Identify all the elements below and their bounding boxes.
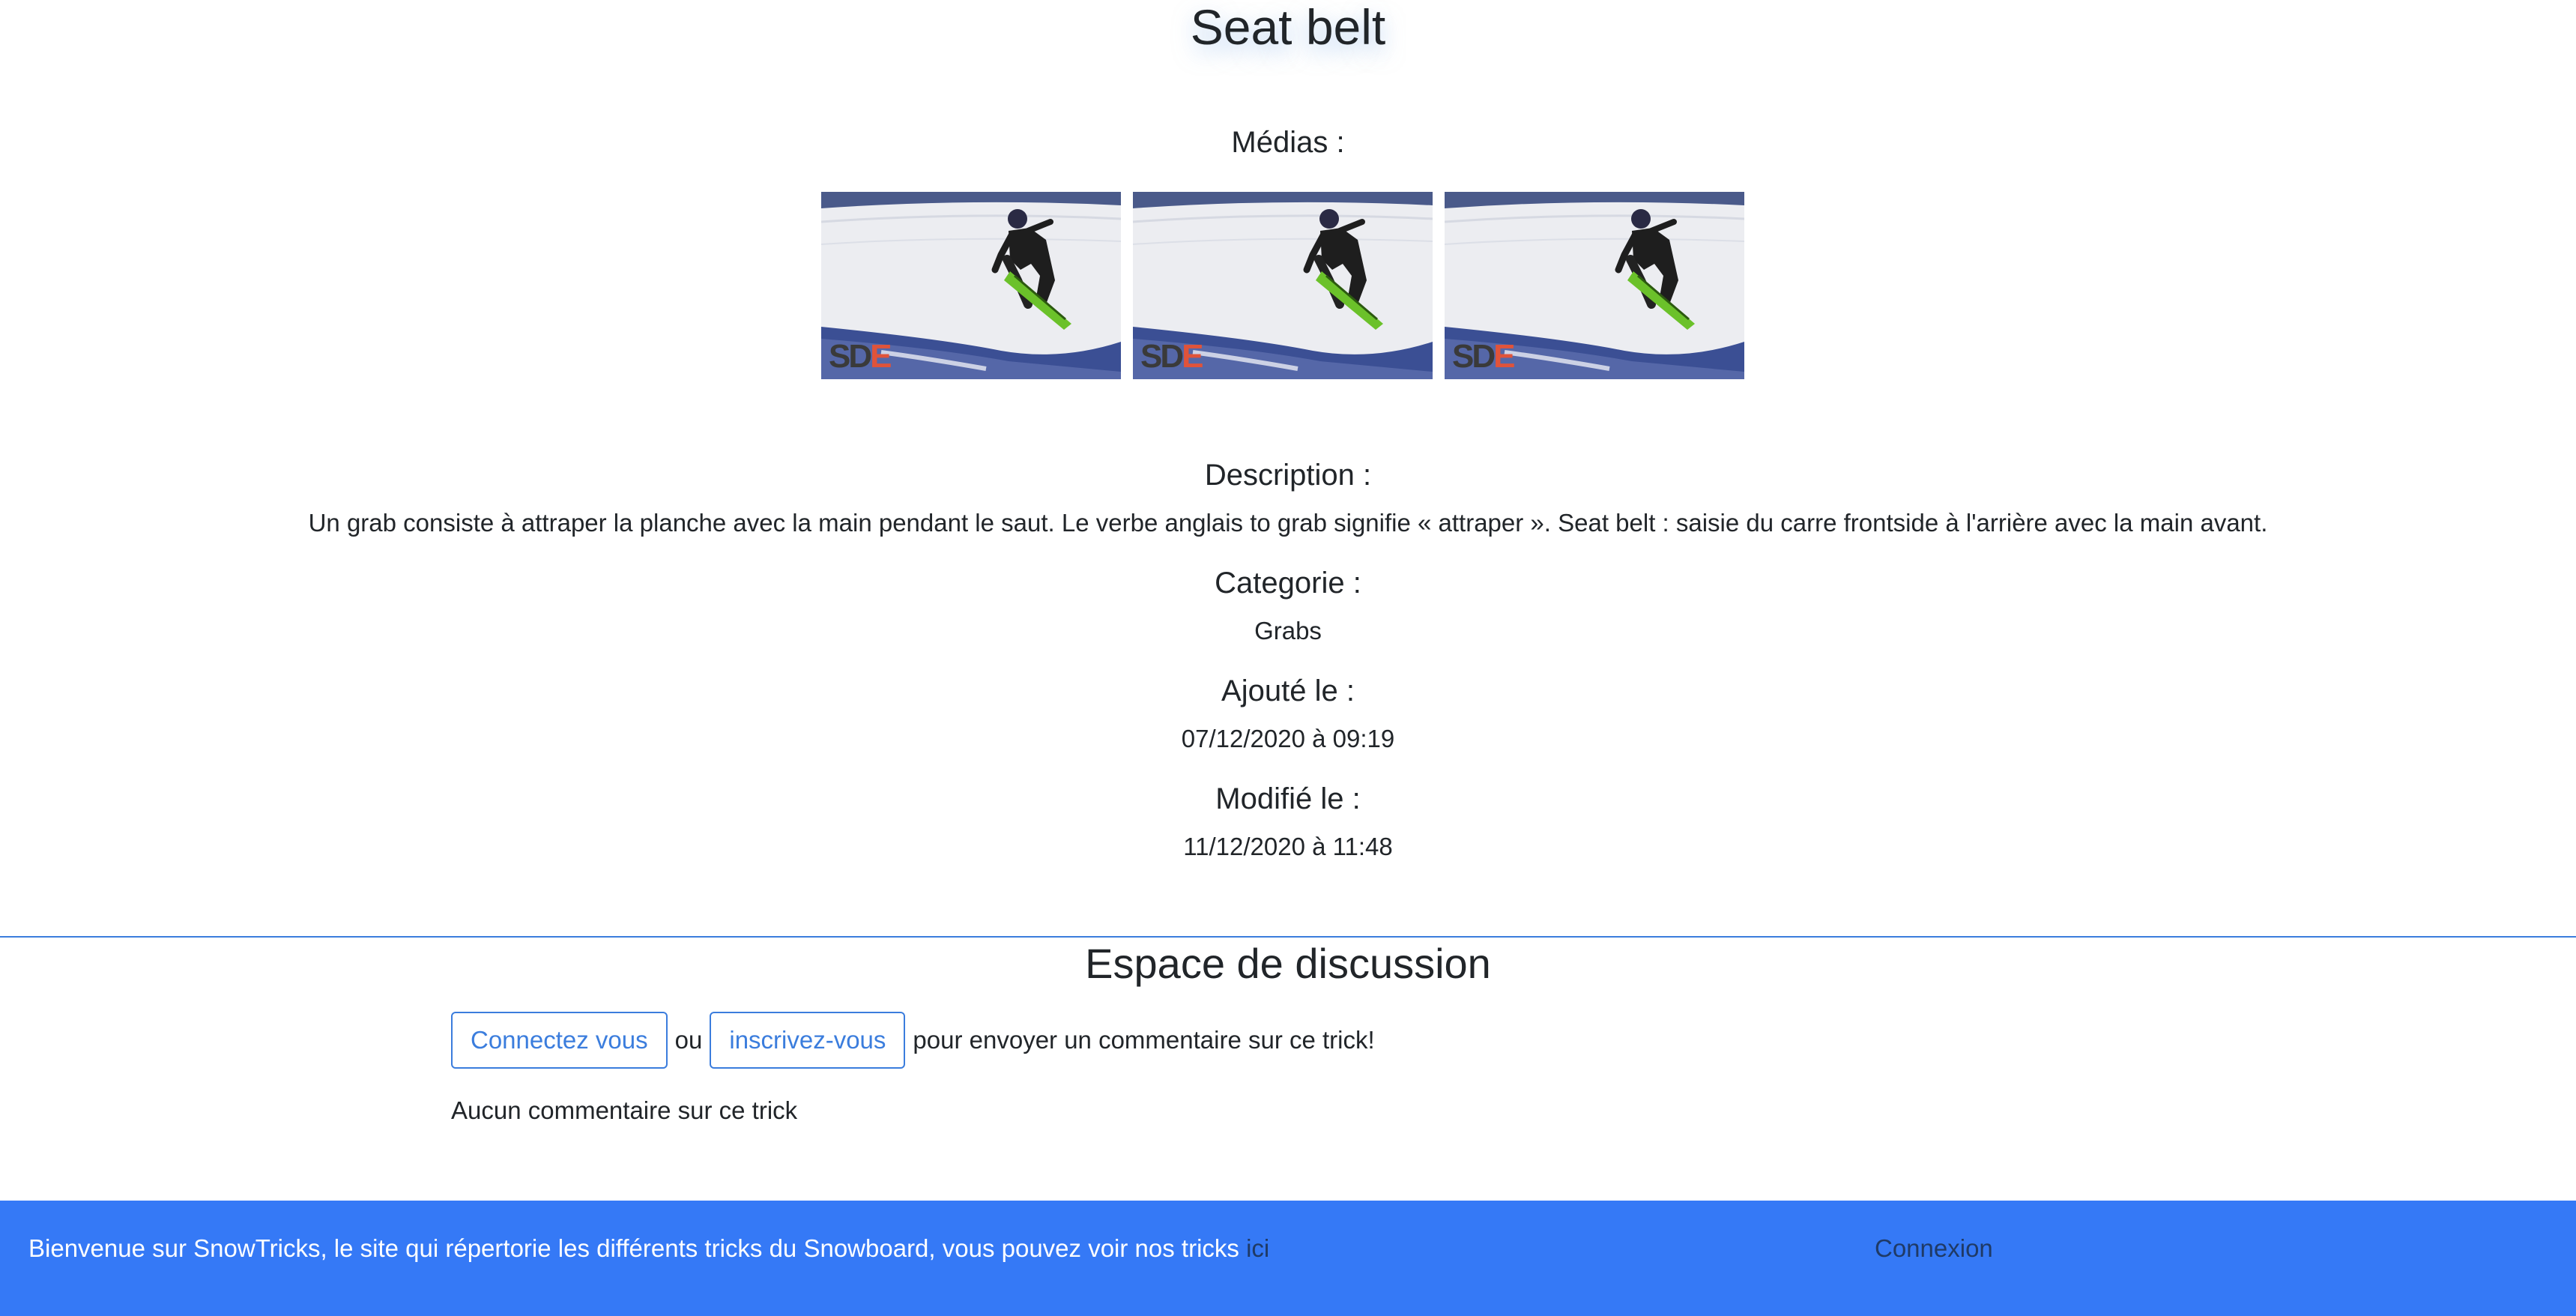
trick-detail-page: Seat belt Médias : SDE SDE SDE Descripti… bbox=[0, 0, 2576, 1316]
trick-title: Seat belt bbox=[1190, 0, 1386, 55]
footer-login-link[interactable]: Connexion bbox=[1875, 1234, 1993, 1264]
added-date-heading: Ajouté le : bbox=[1221, 674, 1355, 707]
sde-watermark: SDE bbox=[1452, 338, 1516, 375]
or-text: ou bbox=[674, 1026, 703, 1054]
modified-date-heading: Modifié le : bbox=[1215, 782, 1361, 815]
comment-prompt-text: pour envoyer un commentaire sur ce trick… bbox=[913, 1026, 1375, 1054]
no-comment-message: Aucun commentaire sur ce trick bbox=[451, 1096, 798, 1124]
media-gallery: SDE SDE SDE bbox=[821, 192, 1750, 379]
comment-login-prompt: Connectez vous ou inscrivez-vous pour en… bbox=[451, 1012, 1375, 1069]
sde-watermark: SDE bbox=[1140, 338, 1204, 375]
footer-welcome-text: Bienvenue sur SnowTricks, le site qui ré… bbox=[28, 1234, 1239, 1262]
sde-watermark: SDE bbox=[829, 338, 892, 375]
description-heading: Description : bbox=[1204, 459, 1372, 492]
description-text: Un grab consiste à attraper la planche a… bbox=[308, 509, 2268, 537]
media-thumbnail[interactable]: SDE bbox=[821, 192, 1121, 379]
medias-heading: Médias : bbox=[1231, 126, 1345, 159]
category-heading: Categorie : bbox=[1215, 567, 1361, 600]
modified-date-value: 11/12/2020 à 11:48 bbox=[1183, 833, 1393, 860]
category-value: Grabs bbox=[1254, 617, 1322, 645]
footer-welcome: Bienvenue sur SnowTricks, le site qui ré… bbox=[28, 1234, 1269, 1264]
discussion-title: Espace de discussion bbox=[1085, 940, 1491, 987]
register-button[interactable]: inscrivez-vous bbox=[710, 1012, 906, 1069]
media-thumbnail[interactable]: SDE bbox=[1445, 192, 1744, 379]
media-thumbnail[interactable]: SDE bbox=[1133, 192, 1433, 379]
footer-tricks-link[interactable]: ici bbox=[1246, 1234, 1269, 1262]
added-date-value: 07/12/2020 à 09:19 bbox=[1181, 725, 1395, 752]
login-button[interactable]: Connectez vous bbox=[451, 1012, 668, 1069]
site-footer: Bienvenue sur SnowTricks, le site qui ré… bbox=[0, 1201, 2576, 1316]
